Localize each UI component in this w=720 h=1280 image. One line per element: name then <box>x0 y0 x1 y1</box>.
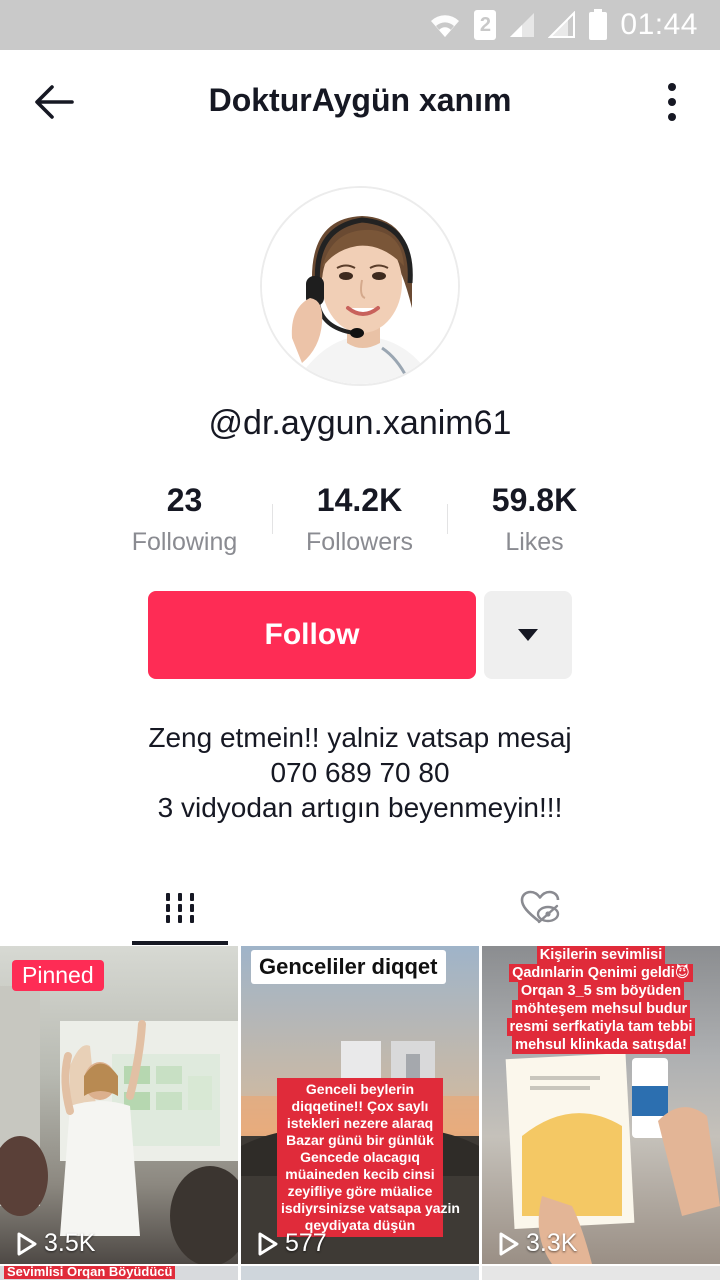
grid-videos-icon <box>166 893 194 923</box>
caption-line: Orqan 3_5 sm böyüden <box>517 982 685 1000</box>
profile-username: @dr.aygun.xanim61 <box>208 404 512 442</box>
caption-line: Gencede olacagıq <box>300 1149 420 1165</box>
video-thumbnail[interactable] <box>482 1266 720 1280</box>
profile-bio: Zeng etmein!! yalniz vatsap mesaj 070 68… <box>0 720 720 825</box>
caption-line: Kişilerin sevimlisi <box>536 946 666 964</box>
follow-button[interactable]: Follow <box>148 591 476 679</box>
stat-followers-value: 14.2K <box>316 482 403 518</box>
caption-line: Genceli beylerin <box>305 1081 415 1097</box>
video-thumbnail[interactable]: Pinned 3.5K <box>0 946 238 1264</box>
avatar-image <box>262 188 458 384</box>
stat-divider <box>447 504 448 534</box>
video-caption: Kişilerin sevimlisi Qadınlarin Qenimi ge… <box>490 946 712 1054</box>
video-thumbnail[interactable]: Genceliler diqqet Genceli beylerin diqqe… <box>241 946 479 1264</box>
stat-likes-label: Likes <box>505 528 564 556</box>
caption-line: möhteşem mehsul budur <box>511 1000 691 1018</box>
video-caption: Sevimlisi Orqan Böyüdücü <box>4 1266 176 1279</box>
sim-slot-number: 2 <box>479 13 491 36</box>
bio-line: Zeng etmein!! yalniz vatsap mesaj <box>148 722 572 753</box>
video-thumbnail[interactable]: Sevimlisi Orqan Böyüdücü <box>0 1266 238 1280</box>
profile-tabs <box>0 870 720 946</box>
view-count: 3.5K <box>16 1229 95 1258</box>
sim-2-icon: 2 <box>474 10 497 40</box>
video-caption: Genceli beylerin diqqetine!! Çox saylı i… <box>277 1078 460 1237</box>
stat-following-label: Following <box>131 528 238 556</box>
liked-hidden-icon <box>520 890 560 924</box>
video-thumbnail[interactable]: Kişilerin sevimlisi Qadınlarin Qenimi ge… <box>482 946 720 1264</box>
avatar[interactable] <box>260 186 460 386</box>
stat-following[interactable]: 23 Following <box>97 480 272 562</box>
signal-icon <box>548 11 576 38</box>
caption-line: istekleri nezere alaraq <box>286 1115 434 1131</box>
video-thumbnail[interactable] <box>241 1266 479 1280</box>
caption-line: isdiyrsinizse vatsapa yazin <box>281 1200 460 1216</box>
bio-line: 3 vidyodan artıgın beyenmeyin!!! <box>157 792 563 823</box>
caption-line: müaineden kecib cinsi <box>285 1166 435 1182</box>
play-icon <box>258 1232 278 1255</box>
video-1-scene <box>0 986 238 1264</box>
play-icon <box>499 1232 519 1255</box>
caption-line: zeyifliye göre müalice <box>287 1183 433 1199</box>
caption-line: Qadınlarin Qenimi geldi😈 <box>509 964 693 982</box>
dot <box>668 98 676 106</box>
stat-followers[interactable]: 14.2K Followers <box>272 480 447 562</box>
stat-following-value: 23 <box>166 482 203 518</box>
tab-videos[interactable] <box>132 870 228 946</box>
stat-followers-label: Followers <box>306 528 413 556</box>
status-bar: 2 01:44 <box>0 0 720 50</box>
caption-line: resmi serfkatiyla tam tebbi <box>506 1018 696 1036</box>
tab-liked-videos[interactable] <box>492 870 588 946</box>
profile-header: DokturAygün xanım <box>0 50 720 154</box>
pinned-badge: Pinned <box>12 960 104 991</box>
caption-line: Bazar günü bir günlük <box>286 1132 434 1148</box>
stat-likes[interactable]: 59.8K Likes <box>447 480 622 562</box>
suggested-accounts-dropdown-button[interactable] <box>484 591 572 679</box>
view-count-value: 3.5K <box>44 1229 96 1257</box>
vertical-dots-icon <box>668 83 676 91</box>
wifi-icon <box>431 15 460 37</box>
status-time: 01:44 <box>620 8 698 41</box>
back-button[interactable] <box>30 80 78 124</box>
more-options-button[interactable] <box>660 80 684 124</box>
caption-line: mehsul klinkada satışda! <box>512 1036 690 1054</box>
caret-down-icon <box>518 629 538 641</box>
active-tab-indicator <box>132 941 228 945</box>
bio-line: 070 689 70 80 <box>270 757 450 788</box>
stat-likes-value: 59.8K <box>491 482 578 518</box>
page-title: DokturAygün xanım <box>208 82 512 118</box>
battery-icon <box>589 9 608 40</box>
signal-icon <box>510 13 535 37</box>
dot <box>668 113 676 121</box>
profile-stats: 23 Following 14.2K Followers 59.8K Likes <box>97 480 623 562</box>
view-count: 577 <box>257 1229 327 1258</box>
view-count-value: 577 <box>285 1229 327 1257</box>
play-icon <box>17 1232 37 1255</box>
view-count-value: 3.3K <box>526 1229 578 1257</box>
video-title-caption: Genceliler diqqet <box>251 950 446 984</box>
stat-divider <box>272 504 273 534</box>
video-grid: Pinned 3.5K Genceliler diqqet Genceli be… <box>0 946 720 1280</box>
caption-line: diqqetine!! Çox saylı <box>291 1098 429 1114</box>
arrow-left-icon <box>35 85 74 119</box>
view-count: 3.3K <box>498 1229 577 1258</box>
status-icons: 2 01:44 <box>428 8 698 42</box>
